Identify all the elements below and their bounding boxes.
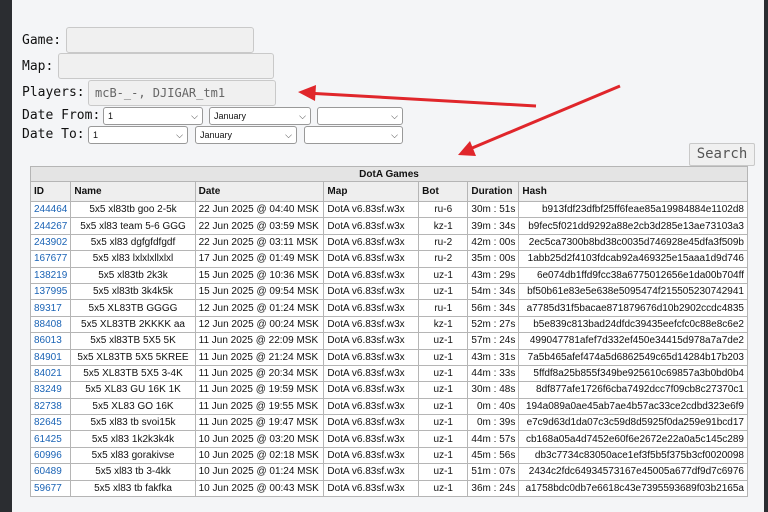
red-arrow-icon	[298, 85, 537, 108]
red-arrow-icon	[458, 84, 621, 156]
annotation-arrows	[298, 84, 621, 156]
